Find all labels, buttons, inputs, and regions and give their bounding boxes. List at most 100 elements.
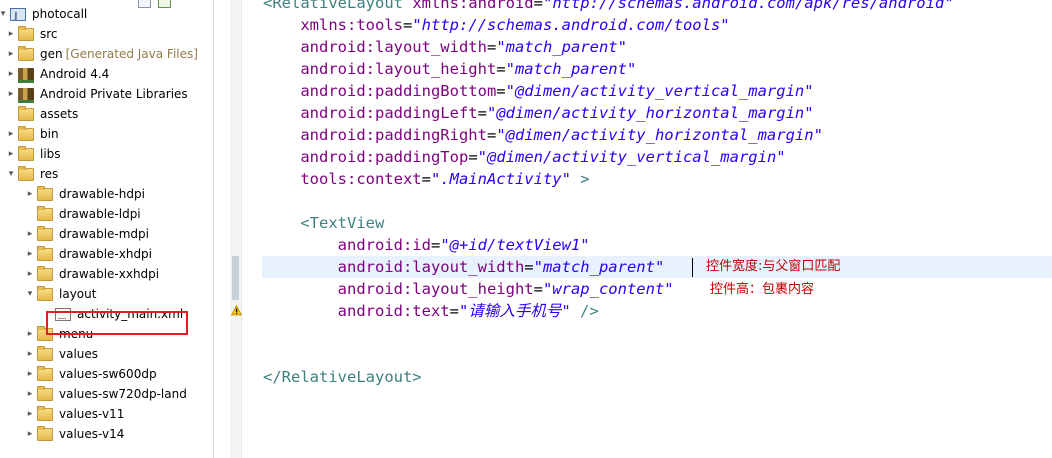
tree-item-label: drawable-mdpi (59, 227, 149, 241)
collapsed-arrow-icon[interactable]: ▸ (25, 344, 35, 364)
code-line[interactable]: android:layout_height="wrap_content" (263, 278, 674, 300)
folder-icon (37, 286, 53, 301)
code-token-val: ".MainActivity" (430, 170, 571, 188)
tree-item-label: Android Private Libraries (40, 87, 188, 101)
code-line[interactable]: <RelativeLayout xmlns:android="http://sc… (263, 0, 954, 14)
code-token-val: "@dimen/activity_vertical_margin" (505, 82, 814, 100)
warning-icon[interactable] (231, 305, 242, 316)
collapsed-arrow-icon[interactable] (25, 204, 35, 224)
tree-item[interactable]: ▸ src (0, 24, 213, 44)
folder-icon (37, 426, 53, 441)
code-line[interactable]: android:layout_width="match_parent" (263, 36, 627, 58)
tree-item[interactable]: ▸ drawable-hdpi (0, 184, 213, 204)
code-line[interactable]: </RelativeLayout> (263, 366, 422, 388)
expanded-arrow-icon[interactable]: ▾ (6, 164, 16, 184)
tree-item[interactable]: ▸ values-v14 (0, 424, 213, 444)
tree-item[interactable]: ▸ drawable-mdpi (0, 224, 213, 244)
collapsed-arrow-icon[interactable]: ▸ (25, 424, 35, 444)
code-token-val: "http://schemas.android.com/apk/res/andr… (542, 0, 954, 12)
code-line[interactable]: tools:context=".MainActivity" > (263, 168, 590, 190)
code-token-tag: > (570, 170, 590, 188)
tree-item[interactable]: ▸ values-v11 (0, 404, 213, 424)
code-token-val: "@+id/textView1" (440, 236, 590, 254)
collapsed-arrow-icon[interactable] (6, 104, 16, 124)
tree-item[interactable]: ▸ gen [Generated Java Files] (0, 44, 213, 64)
code-token-attr: android:id (263, 236, 431, 254)
code-token-tag: <RelativeLayout (263, 0, 413, 12)
code-token-punct: = (421, 170, 431, 188)
tree-item-label: values-sw720dp-land (59, 387, 187, 401)
tree-item-label: drawable-hdpi (59, 187, 145, 201)
collapsed-arrow-icon[interactable]: ▸ (25, 224, 35, 244)
collapsed-arrow-icon[interactable]: ▸ (25, 384, 35, 404)
code-token-val: "match_parent" (533, 258, 665, 276)
package-explorer: ▾ photocall ▸ src ▸ gen[Generated Java Files]… (0, 0, 213, 458)
tree-item-label: drawable-xhdpi (59, 247, 153, 261)
collapsed-arrow-icon[interactable]: ▸ (25, 244, 35, 264)
code-token-attr: tools:context (263, 170, 422, 188)
code-line[interactable]: android:layout_height="match_parent" (263, 58, 636, 80)
expanded-arrow-icon[interactable]: ▾ (0, 4, 8, 24)
tree-item-label: gen (40, 47, 63, 61)
expanded-arrow-icon[interactable]: ▾ (25, 284, 35, 304)
code-token-attr: xmlns:android (412, 0, 534, 12)
collapsed-arrow-icon[interactable]: ▸ (6, 64, 16, 84)
collapsed-arrow-icon[interactable]: ▸ (6, 124, 16, 144)
collapsed-arrow-icon[interactable]: ▸ (25, 364, 35, 384)
collapsed-arrow-icon[interactable]: ▸ (6, 84, 16, 104)
tree-item[interactable]: drawable-ldpi (0, 204, 213, 224)
tree-item-label: values-v14 (59, 427, 125, 441)
tree-item[interactable]: ▸ values-sw720dp-land (0, 384, 213, 404)
collapsed-arrow-icon[interactable]: ▸ (6, 24, 16, 44)
code-line[interactable]: xmlns:tools="http://schemas.android.com/… (263, 14, 730, 36)
tree-item[interactable]: ▸ drawable-xxhdpi (0, 264, 213, 284)
tree-item[interactable]: ▾ photocall (0, 4, 213, 27)
code-line[interactable]: android:layout_width="match_parent" (263, 256, 665, 278)
code-token-val: "请输入手机号" (458, 302, 571, 320)
tree-item-label: drawable-xxhdpi (59, 267, 160, 281)
code-token-tag: <TextView (263, 214, 385, 232)
code-line[interactable]: android:text="请输入手机号" /> (263, 300, 599, 322)
tree-item[interactable]: ▸ Android 4.4 (0, 64, 213, 84)
code-token-punct: = (524, 258, 534, 276)
code-token-punct: = (533, 280, 543, 298)
tree-item[interactable]: ▸ values (0, 344, 213, 364)
code-line[interactable]: android:id="@+id/textView1" (263, 234, 590, 256)
tree-item[interactable]: ▸ libs (0, 144, 213, 164)
tree-item[interactable]: ▸ bin (0, 124, 213, 144)
xml-editor[interactable]: <RelativeLayout xmlns:android = "http://sc… (242, 0, 1052, 458)
code-token-val: "@dimen/activity_vertical_margin" (477, 148, 786, 166)
code-token-val: "@dimen/activity_horizontal_margin" (486, 104, 814, 122)
tree-item-label: values-sw600dp (59, 367, 157, 381)
collapsed-arrow-icon[interactable]: ▸ (25, 404, 35, 424)
code-line[interactable]: android:paddingTop="@dimen/activity_vert… (263, 146, 786, 168)
code-line[interactable]: android:paddingBottom="@dimen/activity_v… (263, 80, 814, 102)
tree-item[interactable]: ▸ Android Private Libraries (0, 84, 213, 104)
text-caret (692, 258, 693, 277)
code-line[interactable]: android:paddingLeft="@dimen/activity_hor… (263, 102, 814, 124)
collapsed-arrow-icon[interactable]: ▸ (25, 264, 35, 284)
collapsed-arrow-icon[interactable]: ▸ (6, 44, 16, 64)
collapsed-arrow-icon[interactable]: ▸ (25, 184, 35, 204)
collapsed-arrow-icon[interactable]: ▸ (6, 144, 16, 164)
code-line[interactable]: <TextView (263, 212, 384, 234)
library-icon (18, 68, 34, 83)
code-token-attr: android:layout_width (263, 38, 487, 56)
folder-icon (37, 386, 53, 401)
code-token-tag: /> (570, 302, 599, 320)
tree-item[interactable]: ▸ values-sw600dp (0, 364, 213, 384)
tree-item-label: assets (40, 107, 79, 121)
code-token-val: "http://schemas.android.com/tools" (412, 16, 730, 34)
tree-item[interactable]: ▾ res (0, 164, 213, 184)
folder-icon (37, 206, 53, 221)
code-token-val: "match_parent" (496, 38, 627, 56)
tree-item[interactable]: ▸ drawable-xhdpi (0, 244, 213, 264)
tree-item[interactable]: ▾ layout (0, 284, 213, 304)
library-icon (18, 88, 34, 103)
code-line[interactable]: android:paddingRight="@dimen/activity_ho… (263, 124, 823, 146)
collapsed-arrow-icon[interactable]: ▸ (25, 324, 35, 344)
folder-icon (37, 226, 53, 241)
project-icon (10, 7, 26, 27)
folder-icon (18, 166, 34, 181)
tree-item[interactable]: assets (0, 104, 213, 124)
